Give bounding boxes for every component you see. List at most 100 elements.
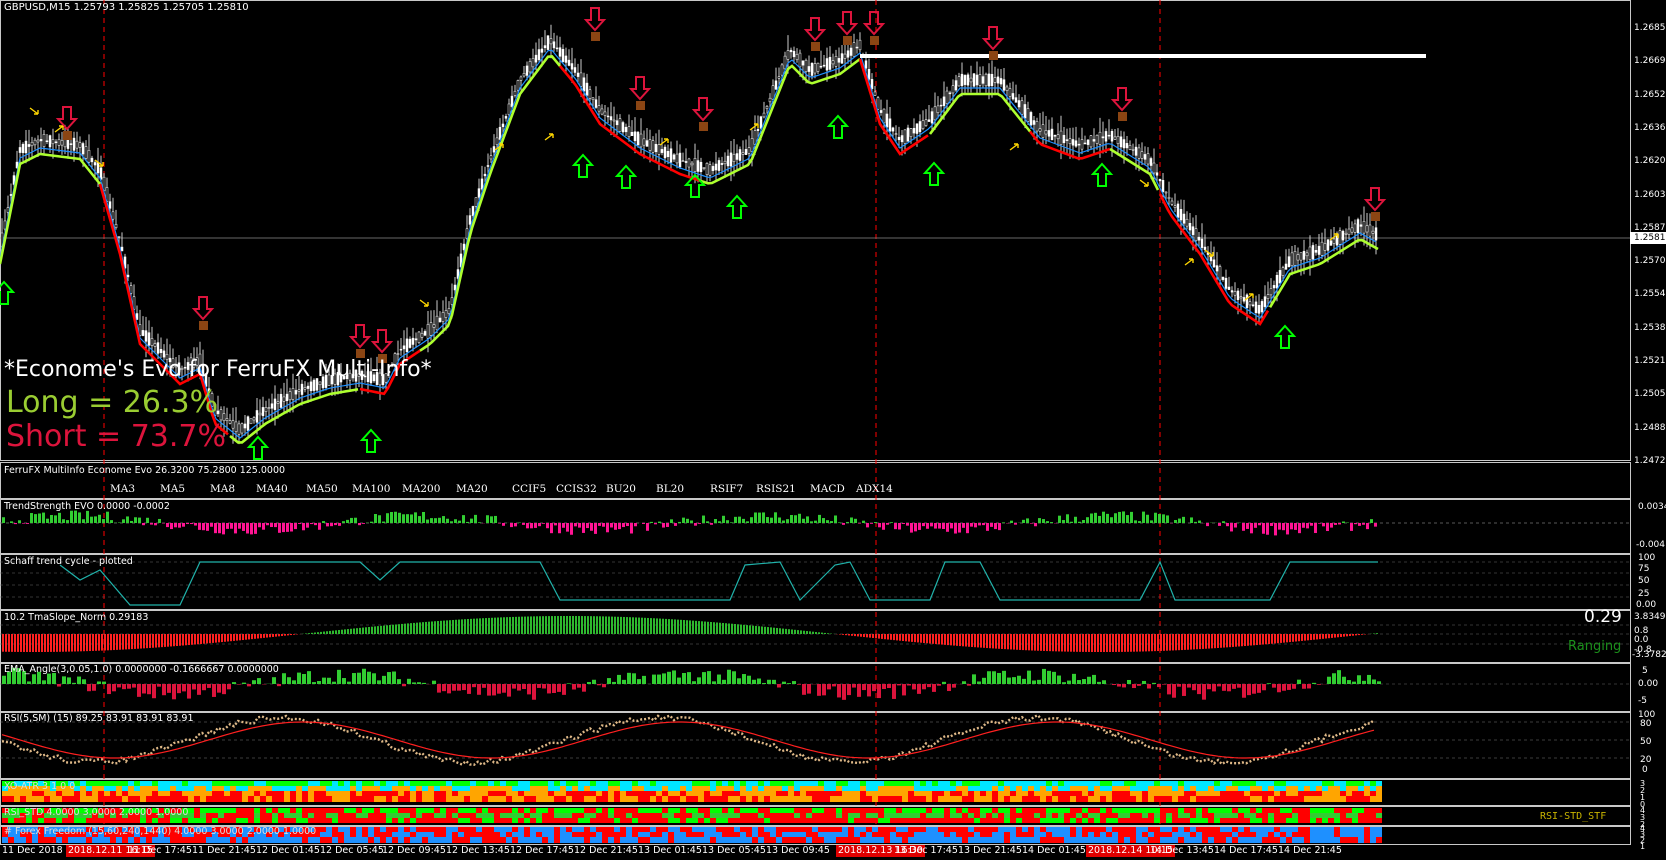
ema-angle-histogram-bar bbox=[592, 679, 596, 684]
freedom-row-2-cell bbox=[782, 832, 788, 837]
xo-row-4-cell bbox=[1100, 796, 1106, 802]
freedom-row-3-cell bbox=[362, 837, 368, 843]
trendstrength-histogram-bar bbox=[1038, 518, 1041, 523]
rsistd-row-3-cell bbox=[1058, 818, 1064, 823]
xo-row-1-cell bbox=[158, 781, 164, 786]
candle-body bbox=[600, 108, 604, 115]
candle-body bbox=[444, 310, 448, 318]
candle-body bbox=[1002, 79, 1006, 91]
trendstrength-histogram-bar bbox=[1270, 523, 1273, 526]
candle-body bbox=[576, 72, 580, 77]
ema-angle-histogram-bar bbox=[1102, 680, 1106, 684]
freedom-row-2-cell bbox=[1178, 832, 1184, 837]
rsistd-row-3-cell bbox=[914, 818, 920, 823]
rsistd-row-1-cell bbox=[1340, 808, 1346, 813]
xo-row-1-cell bbox=[1232, 781, 1238, 786]
ema-angle-histogram-bar bbox=[612, 681, 616, 684]
trendstrength-histogram-bar bbox=[346, 519, 349, 523]
freedom-row-3-cell bbox=[326, 837, 332, 843]
rsistd-row-2-cell bbox=[896, 813, 902, 818]
candle-body bbox=[1278, 270, 1282, 284]
tmaslope-bar bbox=[893, 634, 895, 641]
rsistd-row-3-cell bbox=[1364, 818, 1370, 823]
tmaslope-bar bbox=[977, 634, 979, 648]
xo-row-1-cell bbox=[962, 781, 968, 786]
ema-angle-histogram-bar bbox=[677, 677, 681, 684]
tmaslope-bar bbox=[800, 630, 802, 634]
candle-body bbox=[255, 410, 259, 423]
rsistd-row-3-cell bbox=[320, 818, 326, 823]
rsistd-row-1-cell bbox=[1364, 808, 1370, 813]
freedom-row-3-cell bbox=[1364, 837, 1370, 843]
xo-row-3-cell bbox=[548, 791, 554, 796]
rsistd-row-3-cell bbox=[1142, 818, 1148, 823]
xo-row-3-cell bbox=[200, 791, 206, 796]
tmaslope-bar bbox=[1346, 634, 1348, 637]
chart-canvas[interactable] bbox=[0, 0, 1666, 860]
ema-angle-histogram-bar bbox=[782, 681, 786, 684]
rsistd-row-3-cell bbox=[788, 818, 794, 823]
rsistd-row-2-cell bbox=[1130, 813, 1136, 818]
candle-body bbox=[471, 206, 475, 216]
candle-body bbox=[1083, 142, 1087, 145]
freedom-row-2-cell bbox=[1016, 832, 1022, 837]
candle-body bbox=[972, 73, 976, 87]
xo-row-1-cell bbox=[128, 781, 134, 786]
candle-body bbox=[963, 75, 967, 85]
trendstrength-histogram-bar bbox=[442, 516, 445, 523]
trendstrength-histogram-bar bbox=[462, 515, 465, 523]
candle-body bbox=[1296, 254, 1300, 261]
price-tick-label: 1.26035 bbox=[1634, 189, 1666, 200]
freedom-row-2-cell bbox=[452, 832, 458, 837]
freedom-row-1-cell bbox=[476, 827, 482, 832]
tmaslope-bar bbox=[167, 634, 169, 647]
rsistd-row-2-cell bbox=[1322, 813, 1328, 818]
xo-row-2-cell bbox=[1316, 786, 1322, 791]
ema-angle-histogram-bar bbox=[1047, 670, 1051, 684]
xo-row-4-cell bbox=[1232, 796, 1238, 802]
freedom-row-1-cell bbox=[578, 827, 584, 832]
trendstrength-histogram-bar bbox=[970, 523, 973, 527]
rsistd-row-2-cell bbox=[782, 813, 788, 818]
tmaslope-bar bbox=[1118, 634, 1120, 652]
xo-row-4-cell bbox=[260, 796, 266, 802]
candle-body bbox=[1371, 230, 1375, 234]
trendstrength-histogram-bar bbox=[650, 521, 653, 523]
ema-angle-histogram-bar bbox=[932, 684, 936, 692]
xo-row-4-cell bbox=[248, 796, 254, 802]
xo-row-2-cell bbox=[230, 786, 236, 791]
xo-row-4-cell bbox=[236, 796, 242, 802]
xo-row-2-cell bbox=[1250, 786, 1256, 791]
freedom-row-2-cell bbox=[554, 832, 560, 837]
rsistd-row-2-cell bbox=[680, 813, 686, 818]
rsistd-row-1-cell bbox=[920, 808, 926, 813]
xo-row-4-cell bbox=[620, 796, 626, 802]
xo-row-2-cell bbox=[1232, 786, 1238, 791]
candle-body bbox=[1212, 259, 1216, 268]
rsistd-row-3-cell bbox=[662, 818, 668, 823]
freedom-row-2-cell bbox=[728, 832, 734, 837]
rsistd-row-2-cell bbox=[1346, 813, 1352, 818]
freedom-row-3-cell bbox=[398, 837, 404, 843]
xo-row-3-cell bbox=[1298, 791, 1304, 796]
candle-body bbox=[1134, 146, 1138, 156]
trendstrength-histogram-bar bbox=[606, 523, 609, 533]
tmaslope-bar bbox=[911, 634, 913, 642]
price-tick-label: 1.26855 bbox=[1634, 23, 1666, 33]
candle-body bbox=[663, 146, 667, 159]
candle-body bbox=[723, 160, 727, 165]
trendstrength-histogram-bar bbox=[798, 513, 801, 523]
rsistd-row-1-cell bbox=[998, 808, 1004, 813]
rsistd-row-1-cell bbox=[878, 808, 884, 813]
tmaslope-bar bbox=[1049, 634, 1051, 652]
freedom-row-1-cell bbox=[1124, 827, 1130, 832]
rsistd-row-2-cell bbox=[572, 813, 578, 818]
rsistd-row-3-cell bbox=[314, 818, 320, 823]
ema-angle-histogram-bar bbox=[1162, 684, 1166, 685]
freedom-row-3-cell bbox=[1166, 837, 1172, 843]
tmaslope-bar bbox=[5, 634, 7, 652]
xo-row-4-cell bbox=[632, 796, 638, 802]
candle-body bbox=[630, 132, 634, 136]
trendstrength-histogram-bar bbox=[582, 523, 585, 533]
tmaslope-bar bbox=[197, 634, 199, 645]
